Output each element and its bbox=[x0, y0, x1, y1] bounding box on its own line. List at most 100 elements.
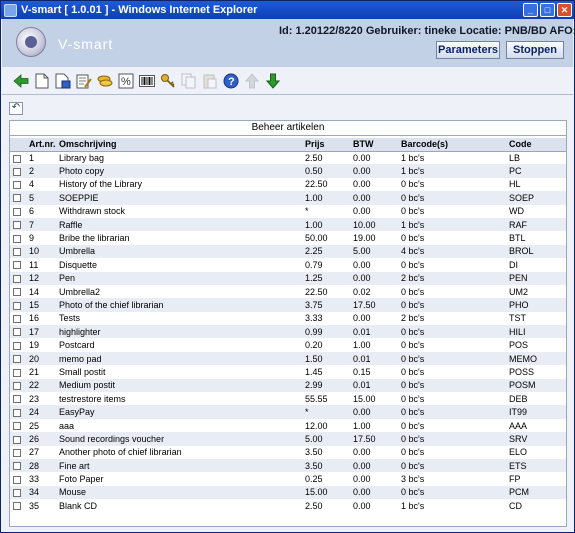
cell-barcodes: 0 bc's bbox=[398, 204, 506, 218]
table-row[interactable]: 20 memo pad 1.50 0.01 0 bc's MEMO bbox=[10, 351, 566, 366]
key-icon[interactable] bbox=[158, 71, 177, 90]
table-row[interactable]: 7 Raffle 1.00 10.00 1 bc's RAF bbox=[10, 217, 566, 232]
cell-barcodes: 0 bc's bbox=[398, 405, 506, 419]
row-checkbox[interactable] bbox=[13, 408, 21, 417]
table-row[interactable]: 11 Disquette 0.79 0.00 0 bc's DI bbox=[10, 258, 566, 272]
row-checkbox[interactable] bbox=[13, 261, 21, 270]
back-arrow-icon[interactable] bbox=[11, 71, 30, 90]
cell-vat: 0.00 bbox=[350, 164, 398, 178]
row-checkbox[interactable] bbox=[13, 301, 21, 310]
table-row[interactable]: 24 EasyPay * 0.00 0 bc's IT99 bbox=[10, 405, 566, 419]
row-checkbox[interactable] bbox=[13, 248, 21, 257]
cell-code: LB bbox=[506, 151, 566, 165]
row-checkbox[interactable] bbox=[13, 422, 21, 431]
table-row[interactable]: 26 Sound recordings voucher 5.00 17.50 0 bc'… bbox=[10, 432, 566, 446]
help-icon[interactable]: ? bbox=[221, 71, 240, 90]
row-checkbox[interactable] bbox=[13, 489, 21, 498]
row-checkbox[interactable] bbox=[13, 328, 21, 337]
table-row[interactable]: 23 testrestore items 55.55 15.00 0 bc's DEB bbox=[10, 392, 566, 406]
row-checkbox[interactable] bbox=[13, 194, 21, 203]
cell-artnr: 7 bbox=[26, 217, 56, 232]
col-description[interactable]: Omschrijving bbox=[56, 138, 302, 152]
cell-code: PEN bbox=[506, 271, 566, 285]
row-checkbox[interactable] bbox=[13, 234, 21, 243]
maximize-button[interactable]: □ bbox=[540, 3, 555, 17]
col-code[interactable]: Code bbox=[506, 138, 566, 152]
articles-table: Art.nr. Omschrijving Prijs BTW Barcode(s… bbox=[10, 138, 566, 513]
row-checkbox[interactable] bbox=[13, 368, 21, 377]
table-row[interactable]: 4 History of the Library 22.50 0.00 0 bc's HL bbox=[10, 177, 566, 192]
table-row[interactable]: 33 Foto Paper 0.25 0.00 3 bc's FP bbox=[10, 472, 566, 486]
row-checkbox[interactable] bbox=[13, 475, 21, 484]
cell-price: 2.25 bbox=[302, 244, 350, 259]
barcode-icon[interactable] bbox=[137, 71, 156, 90]
table-row[interactable]: 9 Bribe the librarian 50.00 19.00 0 bc's BTL bbox=[10, 231, 566, 245]
row-checkbox[interactable] bbox=[13, 167, 21, 176]
down-arrow-icon[interactable] bbox=[263, 71, 282, 90]
table-row[interactable]: 6 Withdrawn stock * 0.00 0 bc's WD bbox=[10, 204, 566, 218]
row-checkbox[interactable] bbox=[13, 207, 21, 216]
row-checkbox[interactable] bbox=[13, 381, 21, 390]
parameters-button[interactable]: Parameters bbox=[436, 41, 500, 59]
table-row[interactable]: 1 Library bag 2.50 0.00 1 bc's LB bbox=[10, 151, 566, 165]
edit-document-icon[interactable] bbox=[74, 71, 93, 90]
undo-icon[interactable]: ↶ bbox=[9, 102, 23, 115]
cell-vat: 0.00 bbox=[350, 151, 398, 165]
copy-icon bbox=[179, 71, 198, 90]
col-barcodes[interactable]: Barcode(s) bbox=[398, 138, 506, 152]
table-row[interactable]: 14 Umbrella2 22.50 0.02 0 bc's UM2 bbox=[10, 284, 566, 299]
table-row[interactable]: 5 SOEPPIE 1.00 0.00 0 bc's SOEP bbox=[10, 191, 566, 205]
table-row[interactable]: 15 Photo of the chief librarian 3.75 17.50 0… bbox=[10, 298, 566, 312]
row-checkbox[interactable] bbox=[13, 315, 21, 323]
table-row[interactable]: 27 Another photo of chief librarian 3.50 0.… bbox=[10, 445, 566, 459]
row-checkbox[interactable] bbox=[13, 462, 21, 471]
cell-description: Library bag bbox=[56, 151, 302, 165]
table-row[interactable]: 35 Blank CD 2.50 0.00 1 bc's CD bbox=[10, 499, 566, 513]
table-row[interactable]: 21 Small postit 1.45 0.15 0 bc's POSS bbox=[10, 365, 566, 379]
table-row[interactable]: 10 Umbrella 2.25 5.00 4 bc's BROL bbox=[10, 244, 566, 259]
cell-description: Raffle bbox=[56, 217, 302, 232]
table-row[interactable]: 2 Photo copy 0.50 0.00 1 bc's PC bbox=[10, 164, 566, 178]
table-row[interactable]: 16 Tests 3.33 0.00 2 bc's TST bbox=[10, 311, 566, 326]
minimize-button[interactable]: _ bbox=[523, 3, 538, 17]
row-checkbox[interactable] bbox=[13, 221, 21, 230]
row-checkbox[interactable] bbox=[13, 154, 21, 163]
row-select-cell bbox=[10, 432, 26, 446]
row-checkbox[interactable] bbox=[13, 341, 21, 350]
cell-code: PC bbox=[506, 164, 566, 178]
row-select-cell bbox=[10, 164, 26, 178]
percent-icon[interactable]: % bbox=[116, 71, 135, 90]
table-row[interactable]: 22 Medium postit 2.99 0.01 0 bc's POSM bbox=[10, 378, 566, 393]
row-checkbox[interactable] bbox=[13, 288, 21, 297]
cell-vat: 0.00 bbox=[350, 499, 398, 513]
table-row[interactable]: 28 Fine art 3.50 0.00 0 bc's ETS bbox=[10, 458, 566, 473]
close-button[interactable]: ✕ bbox=[557, 3, 572, 17]
table-row[interactable]: 19 Postcard 0.20 1.00 0 bc's POS bbox=[10, 338, 566, 352]
cell-artnr: 22 bbox=[26, 378, 56, 393]
cell-artnr: 12 bbox=[26, 271, 56, 285]
col-artnr[interactable]: Art.nr. bbox=[26, 138, 56, 152]
cell-barcodes: 0 bc's bbox=[398, 325, 506, 339]
col-price[interactable]: Prijs bbox=[302, 138, 350, 152]
stop-button[interactable]: Stoppen bbox=[506, 41, 564, 59]
row-select-cell bbox=[10, 458, 26, 473]
table-row[interactable]: 25 aaa 12.00 1.00 0 bc's AAA bbox=[10, 418, 566, 433]
row-checkbox[interactable] bbox=[13, 274, 21, 283]
row-checkbox[interactable] bbox=[13, 355, 21, 364]
col-vat[interactable]: BTW bbox=[350, 138, 398, 152]
row-checkbox[interactable] bbox=[13, 448, 21, 457]
cell-code: BROL bbox=[506, 244, 566, 259]
row-checkbox[interactable] bbox=[13, 502, 21, 511]
row-checkbox[interactable] bbox=[13, 395, 21, 404]
save-document-icon[interactable] bbox=[53, 71, 72, 90]
table-row[interactable]: 34 Mouse 15.00 0.00 0 bc's PCM bbox=[10, 485, 566, 500]
row-checkbox[interactable] bbox=[13, 181, 21, 190]
cell-artnr: 5 bbox=[26, 191, 56, 205]
coins-icon[interactable] bbox=[95, 71, 114, 90]
cell-price: * bbox=[302, 204, 350, 218]
row-select-cell bbox=[10, 217, 26, 232]
table-row[interactable]: 12 Pen 1.25 0.00 2 bc's PEN bbox=[10, 271, 566, 285]
row-checkbox[interactable] bbox=[13, 435, 21, 444]
table-row[interactable]: 17 highlighter 0.99 0.01 0 bc's HILI bbox=[10, 325, 566, 339]
new-document-icon[interactable] bbox=[32, 71, 51, 90]
